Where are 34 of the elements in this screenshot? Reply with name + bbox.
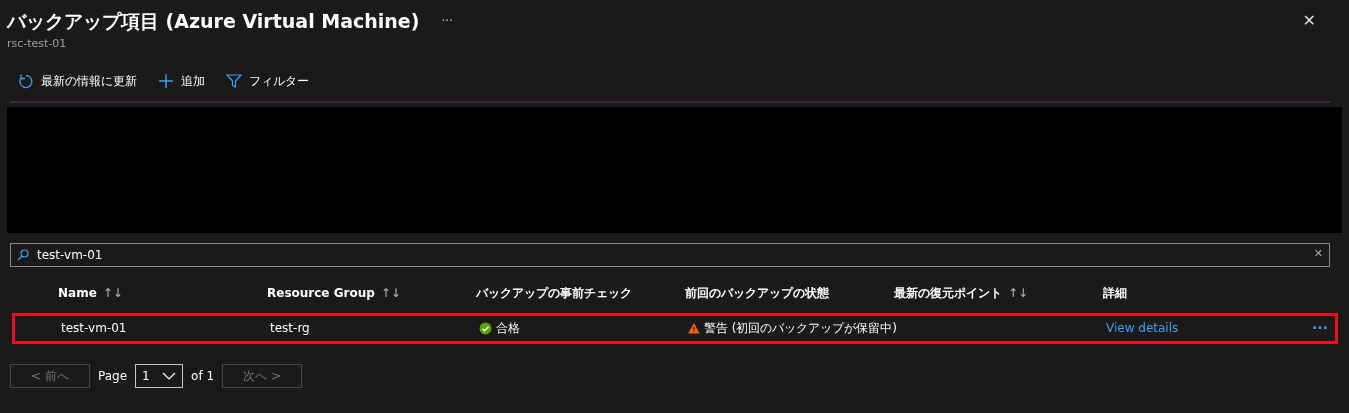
refresh-button[interactable]: 最新の情報に更新 [11,71,143,90]
check-circle-icon [479,321,492,335]
table-cell-text: test-vm-01 [61,320,128,337]
add-button[interactable]: 追加 [151,71,211,90]
page-count: of 1 [191,367,215,385]
column-header: バックアップの事前チェック [476,285,632,300]
warning-icon [688,321,700,335]
more-button[interactable]: ··· [1306,321,1334,335]
more-button[interactable]: ··· [437,12,457,30]
page-title: バックアップ項目 (Azure Virtual Machine) [7,9,420,34]
clear-icon[interactable]: ✕ [1313,246,1323,263]
column-header: 前回のバックアップの状態 [685,285,829,300]
sort-icon[interactable]: ↑↓ [380,285,401,300]
column-header: Name [58,285,97,300]
search-icon [17,248,29,261]
sort-icon[interactable]: ↑↓ [1008,285,1029,300]
search-field[interactable]: test-vm-01 ✕ [10,242,1330,267]
status-text: 警告 (初回のバックアップが保留中) [703,320,897,337]
status-text: 合格 [496,320,520,337]
page-select[interactable]: 1 [135,363,184,388]
column-header: 最新の復元ポイント [894,285,1002,300]
filter-icon [225,71,243,90]
sort-icon[interactable]: ↑↓ [102,285,123,300]
page-number: 1 [142,367,150,385]
plus-icon [157,71,175,90]
table-cell-text: test-rg [270,320,311,337]
chevron-down-icon [162,371,177,380]
view-details-link[interactable]: View details [1106,321,1179,335]
filter-button[interactable]: フィルター [219,71,315,90]
subtitle: rsc-test-01 [7,36,68,52]
column-header: 詳細 [1103,285,1127,300]
page-label: Page [98,367,128,385]
close-button[interactable]: ✕ [1296,8,1322,34]
column-header: Resource Group [267,285,375,300]
